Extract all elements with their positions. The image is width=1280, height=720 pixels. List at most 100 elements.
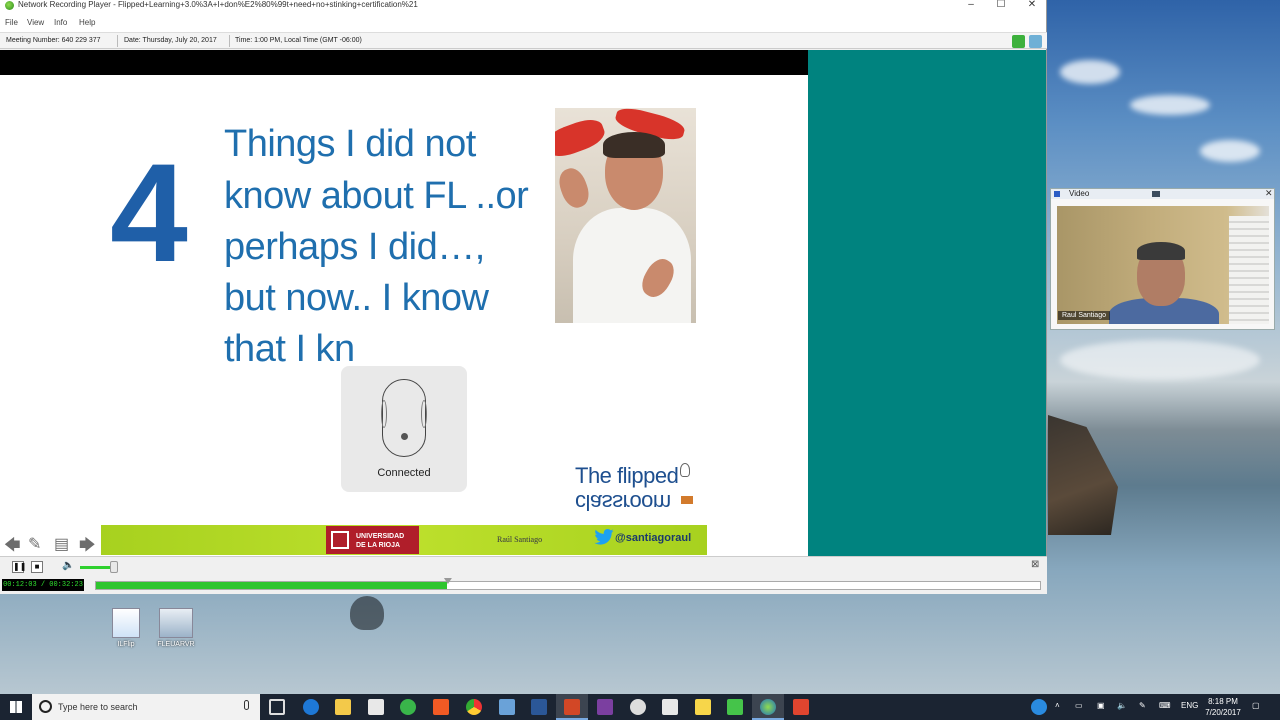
meeting-number: Meeting Number: 640 229 377: [6, 37, 101, 44]
magic-mouse-icon: [381, 379, 427, 457]
window-title: Network Recording Player - Flipped+Learn…: [18, 0, 418, 9]
slide-text-line: perhaps I did…,: [224, 226, 485, 268]
menu-file[interactable]: File: [5, 18, 18, 27]
minimize-button[interactable]: –: [956, 0, 986, 11]
start-button[interactable]: [0, 694, 32, 720]
camera-icon[interactable]: [1152, 191, 1160, 197]
bird-silhouette: [350, 596, 384, 630]
divider: [117, 35, 118, 47]
progress-fill: [96, 582, 448, 589]
presenter-name: Raúl Santiago: [497, 535, 543, 544]
mouse-connected-overlay: Connected: [341, 366, 467, 492]
title-bar: Network Recording Player - Flipped+Learn…: [0, 0, 1046, 12]
volume-icon[interactable]: 🔈: [62, 560, 74, 571]
powerpoint-icon[interactable]: [564, 699, 580, 715]
video-panel-title: Video: [1069, 189, 1090, 198]
menu-view[interactable]: View: [27, 18, 44, 27]
microphone-icon[interactable]: [244, 700, 249, 710]
slide-text-line: Things I did not: [224, 123, 476, 165]
cortana-icon: [39, 700, 52, 713]
timecode: 00:12:03 / 00:32:23: [2, 579, 84, 591]
menu-bar: File View Info Help: [0, 12, 1046, 32]
maximize-button[interactable]: ☐: [986, 0, 1016, 11]
recorder-icon[interactable]: [793, 699, 809, 715]
university-mark-icon: [331, 531, 349, 549]
system-clock[interactable]: 8:18 PM 7/20/2017: [1200, 696, 1246, 718]
slide-footer: UNIVERSIDAD DE LA RIOJA Raúl Santiago @s…: [101, 525, 707, 555]
volume-tray-icon[interactable]: 🔈: [1117, 701, 1127, 710]
window-blinds: [1229, 216, 1269, 324]
video-panel: Video ✕ Raul Santiago: [1050, 188, 1275, 330]
pause-button[interactable]: ❚❚: [12, 561, 26, 573]
meeting-info-bar: Meeting Number: 640 229 377 Date: Thursd…: [0, 32, 1047, 49]
apple-logo-icon: [401, 433, 408, 440]
store-icon[interactable]: [368, 699, 384, 715]
meeting-time: Time: 1:00 PM, Local Time (GMT -06:00): [235, 37, 362, 44]
close-button[interactable]: ✕: [1017, 0, 1047, 11]
sticky-notes-icon[interactable]: [695, 699, 711, 715]
stop-button[interactable]: ■: [31, 561, 43, 573]
chrome-icon[interactable]: [466, 699, 482, 715]
file-explorer-icon[interactable]: [335, 699, 351, 715]
photo-hand: [555, 164, 594, 212]
network-tray-icon[interactable]: ▭: [1075, 701, 1083, 710]
language-indicator[interactable]: ENG: [1181, 701, 1198, 710]
search-placeholder: Type here to search: [58, 702, 138, 712]
mouse-rim: [381, 400, 387, 428]
progress-bar[interactable]: [95, 578, 1041, 590]
notes-icon[interactable]: ▤: [54, 534, 69, 554]
video-close-icon[interactable]: ✕: [1265, 188, 1273, 199]
desktop-icon-fleuarvr[interactable]: FLEUARVR: [146, 608, 206, 648]
pen-icon[interactable]: ✎: [28, 534, 41, 554]
presenter-photo: [555, 108, 696, 323]
app-icon-orange[interactable]: [433, 699, 449, 715]
word-icon[interactable]: [531, 699, 547, 715]
mail-icon[interactable]: [662, 699, 678, 715]
flipped-classroom-logo: The flipped classroom: [575, 463, 693, 515]
app-icon-round[interactable]: [630, 699, 646, 715]
video-file-icon: [159, 608, 193, 638]
desktop-icon-label: FLEUARVR: [157, 641, 195, 648]
slide-text-line: but now.. I know: [224, 277, 489, 319]
pen-tray-icon[interactable]: ✎: [1139, 701, 1146, 710]
task-view-icon[interactable]: [269, 699, 285, 715]
university-name-line1: UNIVERSIDAD: [356, 533, 405, 540]
menu-info[interactable]: Info: [54, 18, 67, 27]
layout-icon[interactable]: [1012, 35, 1025, 48]
photo-bg-shape: [555, 114, 608, 162]
university-logo: UNIVERSIDAD DE LA RIOJA: [326, 526, 419, 554]
keyboard-tray-icon[interactable]: ⌨: [1159, 701, 1171, 710]
lightbulb-icon: [680, 463, 690, 477]
display-tray-icon[interactable]: ▣: [1097, 701, 1105, 710]
windows-logo-icon: [10, 701, 22, 713]
help-tray-icon[interactable]: [1031, 699, 1047, 715]
panel-icon[interactable]: [1029, 35, 1042, 48]
side-panel: [808, 50, 1046, 556]
wechat-icon[interactable]: [400, 699, 416, 715]
webex-player-icon[interactable]: [760, 699, 776, 715]
notifications-icon[interactable]: ▢: [1252, 701, 1260, 710]
show-hidden-icons-chevron-icon[interactable]: ˄: [1055, 701, 1060, 710]
menu-help[interactable]: Help: [79, 18, 95, 27]
slide-number: 4: [110, 134, 188, 291]
logo-text-bottom: classroom: [575, 490, 671, 515]
volume-slider[interactable]: [80, 566, 114, 569]
close-panel-icon[interactable]: ⊠: [1031, 559, 1039, 570]
onenote-icon[interactable]: [597, 699, 613, 715]
connection-status: Connected: [377, 467, 431, 479]
divider: [229, 35, 230, 47]
video-panel-titlebar: Video ✕: [1051, 188, 1274, 199]
camtasia-icon[interactable]: [727, 699, 743, 715]
meeting-date: Date: Thursday, July 20, 2017: [124, 37, 217, 44]
slide: 4 Things I did not know about FL ..or pe…: [0, 75, 808, 580]
playback-controls: ❚❚ ■ 🔈 00:12:03 / 00:32:23 ⊠: [0, 556, 1047, 594]
cloud: [1060, 60, 1120, 84]
university-name-line2: DE LA RIOJA: [356, 542, 401, 549]
edge-browser-icon[interactable]: [303, 699, 319, 715]
taskbar-search[interactable]: Type here to search: [32, 694, 260, 720]
pen-tool-icon[interactable]: [499, 699, 515, 715]
volume-knob[interactable]: [110, 561, 118, 573]
webex-app-icon: [5, 1, 14, 10]
webcam-feed: Raul Santiago: [1057, 206, 1269, 324]
twitter-bird-icon: [594, 529, 614, 545]
